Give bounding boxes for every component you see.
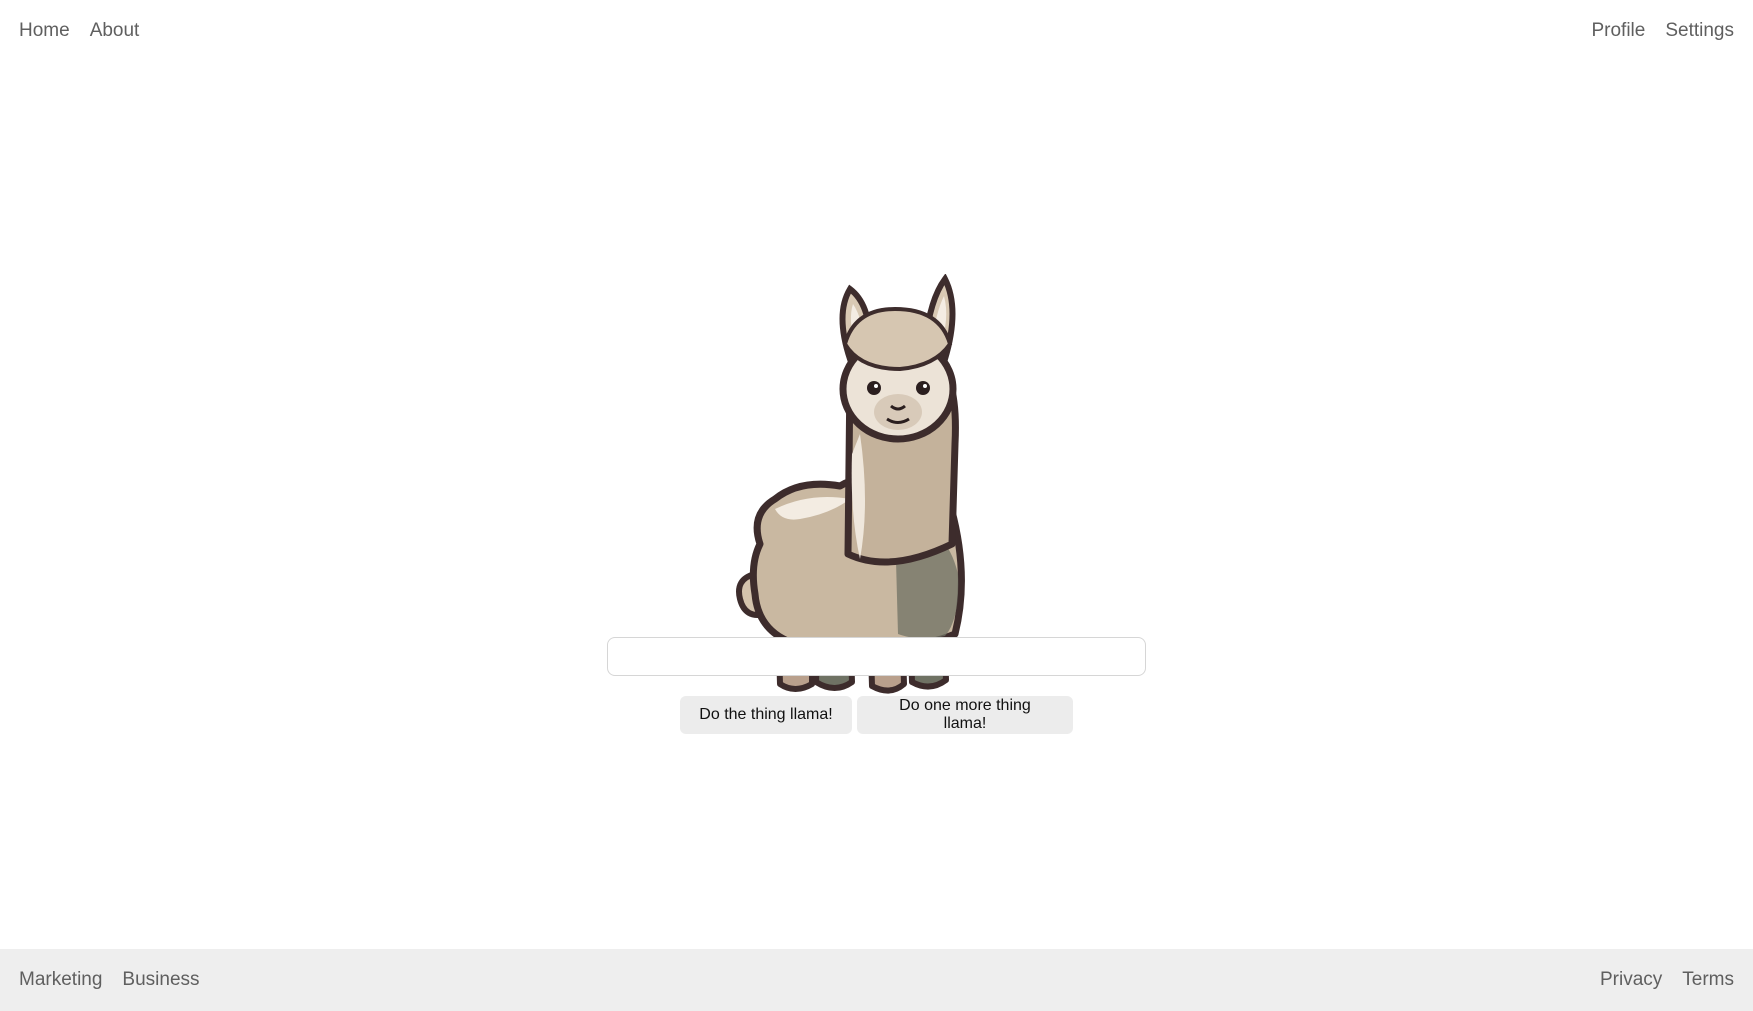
do-the-thing-button[interactable]: Do the thing llama! xyxy=(680,696,852,734)
footer-link-business[interactable]: Business xyxy=(122,968,199,992)
nav-link-home[interactable]: Home xyxy=(19,19,70,43)
page: Home About Profile Settings Do the thing… xyxy=(0,0,1753,1011)
footer-link-privacy[interactable]: Privacy xyxy=(1600,968,1662,992)
top-nav: Home About Profile Settings xyxy=(0,0,1753,62)
footer-link-terms[interactable]: Terms xyxy=(1682,968,1734,992)
nav-link-settings[interactable]: Settings xyxy=(1665,19,1734,43)
top-nav-left: Home About xyxy=(19,19,139,43)
footer-nav-right: Privacy Terms xyxy=(1600,968,1734,992)
action-buttons: Do the thing llama! Do one more thing ll… xyxy=(0,696,1753,734)
do-one-more-thing-button[interactable]: Do one more thing llama! xyxy=(857,696,1073,734)
top-nav-right: Profile Settings xyxy=(1591,19,1734,43)
prompt-input[interactable] xyxy=(607,637,1146,676)
footer-link-marketing[interactable]: Marketing xyxy=(19,968,102,992)
footer-nav-left: Marketing Business xyxy=(19,968,200,992)
nav-link-about[interactable]: About xyxy=(90,19,140,43)
nav-link-profile[interactable]: Profile xyxy=(1591,19,1645,43)
main-content: Do the thing llama! Do one more thing ll… xyxy=(0,62,1753,949)
footer: Marketing Business Privacy Terms xyxy=(0,949,1753,1011)
